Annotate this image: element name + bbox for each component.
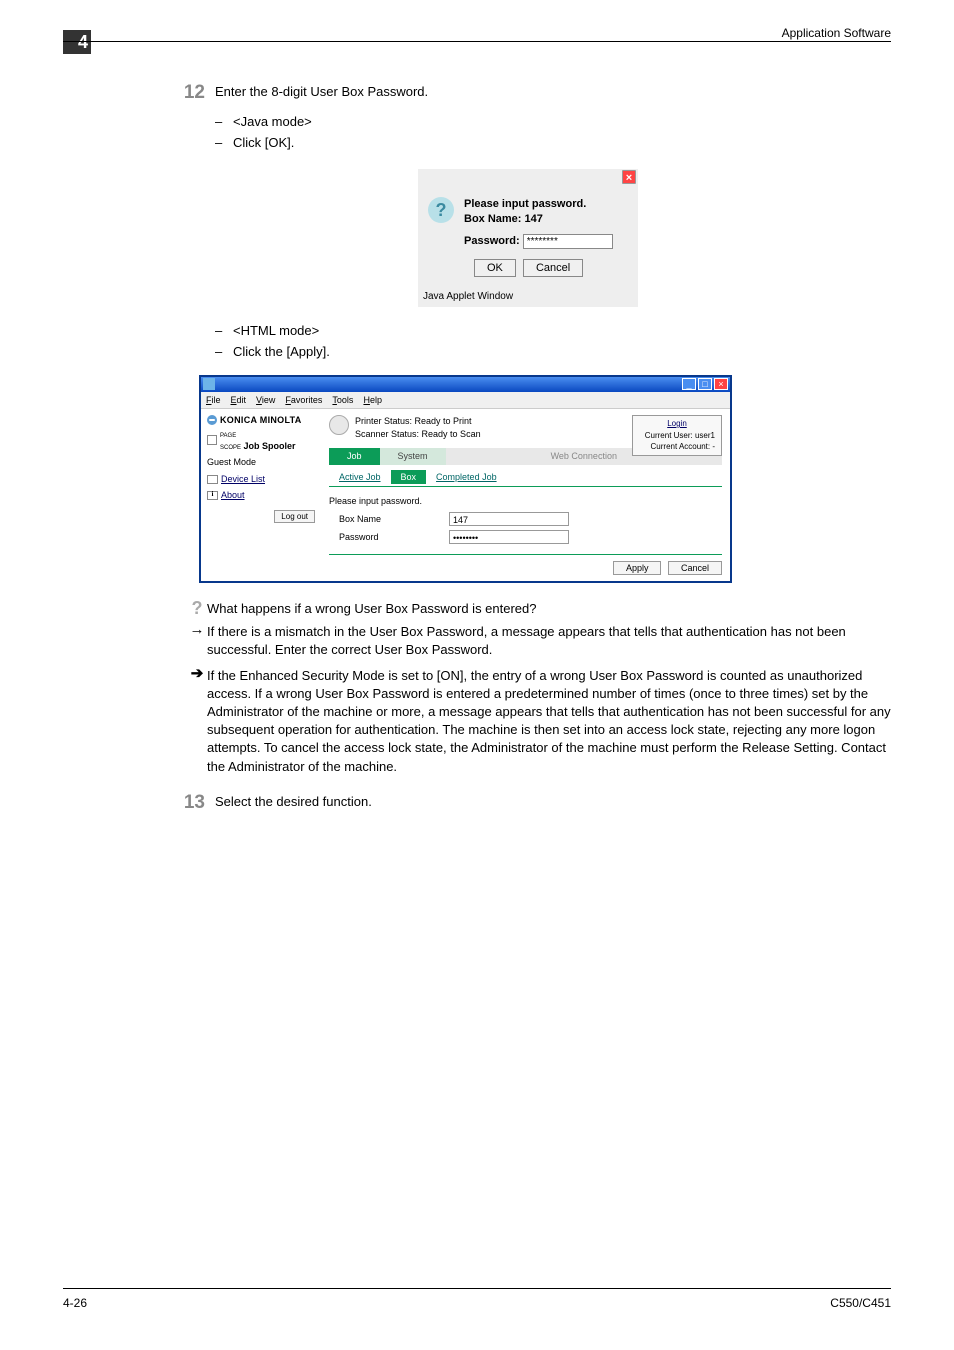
password-label: Password: bbox=[464, 235, 520, 247]
arrow-icon: → bbox=[187, 622, 207, 639]
tab-system[interactable]: System bbox=[380, 448, 446, 465]
html-click-apply: Click the [Apply]. bbox=[215, 343, 891, 364]
maximize-icon[interactable]: □ bbox=[698, 378, 712, 390]
printer-status-icon bbox=[329, 415, 349, 435]
scanner-status: Scanner Status: Ready to Scan bbox=[355, 428, 481, 441]
header-rule bbox=[63, 41, 891, 42]
ok-button[interactable]: OK bbox=[474, 259, 516, 277]
step-number-12: 12 bbox=[165, 80, 205, 107]
close-icon[interactable]: × bbox=[714, 378, 728, 390]
minimize-icon[interactable]: _ bbox=[682, 378, 696, 390]
current-user: Current User: user1 bbox=[639, 430, 715, 441]
subtab-box[interactable]: Box bbox=[391, 470, 427, 485]
menu-help[interactable]: Help bbox=[363, 394, 382, 407]
login-link[interactable]: Login bbox=[639, 418, 715, 429]
menu-favorites[interactable]: Favorites bbox=[285, 394, 322, 407]
arrow-icon: ➔ bbox=[187, 666, 207, 683]
java-click-ok: Click [OK]. bbox=[215, 134, 891, 155]
menu-file[interactable]: File bbox=[206, 394, 221, 407]
tab-job[interactable]: Job bbox=[329, 448, 380, 465]
account-info-box: Login Current User: user1 Current Accoun… bbox=[632, 415, 722, 456]
about-link[interactable]: About bbox=[221, 489, 245, 502]
dialog-box-name: Box Name: 147 bbox=[464, 212, 613, 227]
password-input[interactable] bbox=[523, 234, 613, 249]
device-list-link[interactable]: Device List bbox=[221, 473, 265, 486]
menu-edit[interactable]: Edit bbox=[231, 394, 247, 407]
qa-answer-2: If the Enhanced Security Mode is set to … bbox=[207, 666, 891, 776]
cancel-button-html[interactable]: Cancel bbox=[668, 561, 722, 575]
password-field-html[interactable]: •••••••• bbox=[449, 530, 569, 544]
guest-mode-label: Guest Mode bbox=[207, 456, 315, 469]
java-mode-label: <Java mode> bbox=[215, 113, 891, 134]
brand-name: KONICA MINOLTA bbox=[220, 414, 302, 427]
java-password-dialog: × ? Please input password. Box Name: 147… bbox=[418, 169, 638, 307]
step-13-text: Select the desired function. bbox=[215, 790, 372, 811]
question-icon: ? bbox=[428, 197, 454, 223]
menu-view[interactable]: View bbox=[256, 394, 275, 407]
product-icon bbox=[207, 435, 217, 445]
qa-answer-1: If there is a mismatch in the User Box P… bbox=[207, 622, 891, 659]
device-list-icon bbox=[207, 475, 218, 484]
box-name-value: 147 bbox=[449, 512, 569, 526]
box-name-label: Box Name bbox=[339, 513, 449, 526]
browser-menubar: File Edit View Favorites Tools Help bbox=[201, 392, 730, 410]
browser-window: _ □ × File Edit View Favorites Tools Hel… bbox=[199, 375, 732, 584]
chapter-tab: 4 bbox=[63, 30, 91, 54]
product-name: PAGESCOPE Job Spooler bbox=[220, 428, 296, 453]
cancel-button[interactable]: Cancel bbox=[523, 259, 583, 277]
dialog-message: Please input password. bbox=[464, 197, 613, 212]
step-12-text: Enter the 8-digit User Box Password. bbox=[215, 80, 428, 101]
question-mark-icon: ? bbox=[187, 599, 207, 617]
form-message: Please input password. bbox=[329, 495, 722, 508]
page-number: 4-26 bbox=[63, 1295, 87, 1312]
brand-logo-icon bbox=[207, 415, 217, 425]
current-account: Current Account: - bbox=[639, 441, 715, 452]
menu-tools[interactable]: Tools bbox=[332, 394, 353, 407]
window-icon bbox=[203, 378, 215, 390]
step-number-13: 13 bbox=[165, 790, 205, 817]
apply-button[interactable]: Apply bbox=[613, 561, 662, 575]
about-icon: i bbox=[207, 491, 218, 500]
html-mode-label: <HTML mode> bbox=[215, 322, 891, 343]
printer-status: Printer Status: Ready to Print bbox=[355, 415, 481, 428]
subtab-completed-job[interactable]: Completed Job bbox=[436, 472, 497, 482]
qa-question: What happens if a wrong User Box Passwor… bbox=[207, 599, 891, 618]
logout-button[interactable]: Log out bbox=[274, 510, 315, 523]
subtab-active-job[interactable]: Active Job bbox=[339, 472, 381, 482]
doc-model: C550/C451 bbox=[830, 1295, 891, 1312]
close-icon[interactable]: × bbox=[622, 170, 636, 184]
section-title: Application Software bbox=[782, 25, 891, 42]
password-label-html: Password bbox=[339, 531, 449, 544]
applet-window-status: Java Applet Window bbox=[418, 287, 638, 307]
